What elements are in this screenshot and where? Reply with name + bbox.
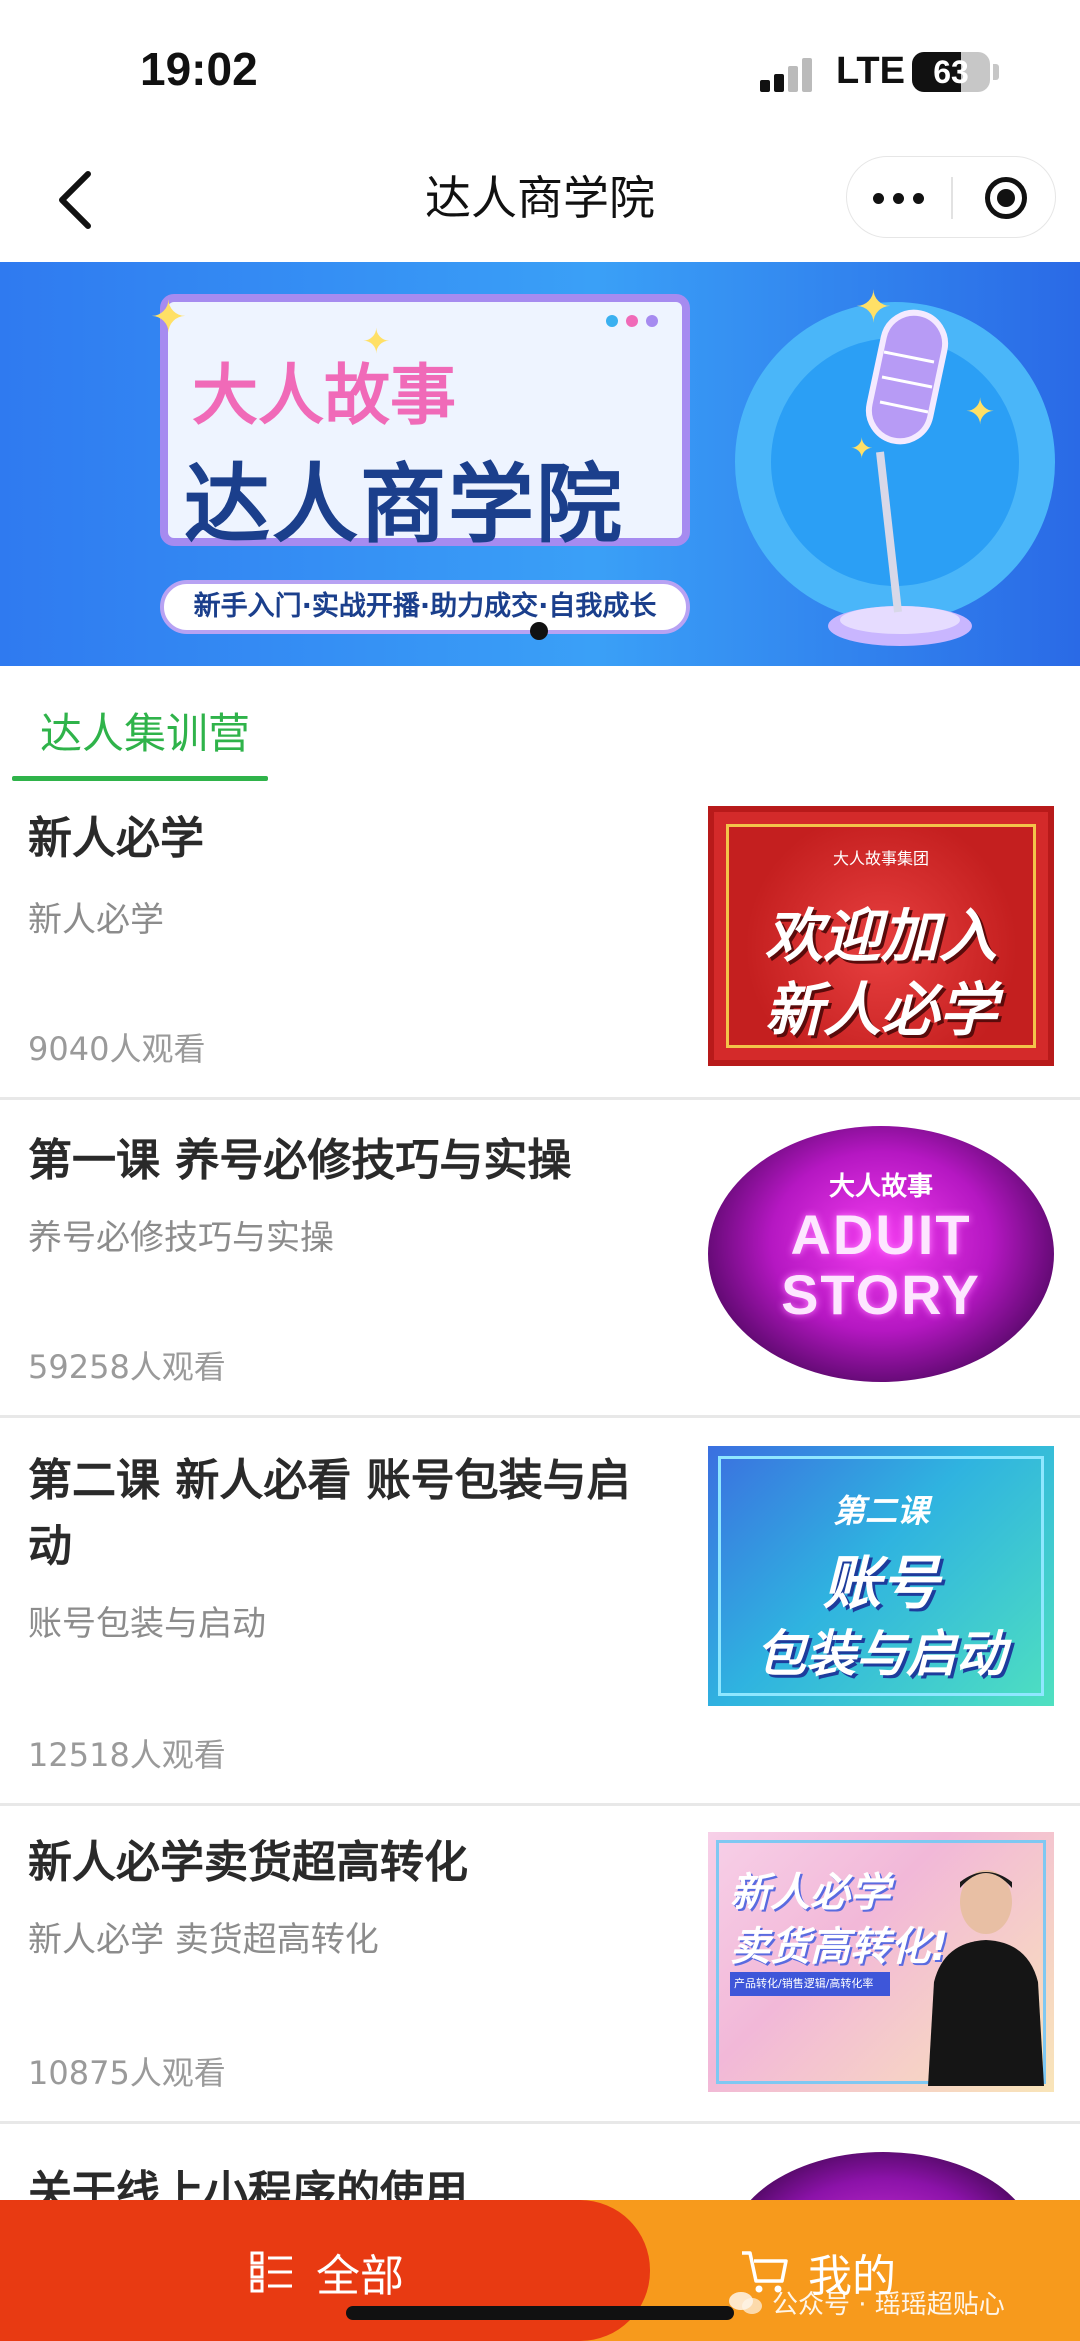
course-thumbnail: 大人故事 ADUIT STORY [708, 1124, 1054, 1384]
thumb-line2: 账号 [822, 1549, 939, 1617]
thumb-line2: 卖货高转化! [730, 1924, 949, 1970]
status-bar: 19:02 LTE 63 [0, 0, 1080, 140]
course-title: 第二课 新人必看 账号包装与启动 [28, 1455, 631, 1572]
tab-all-button[interactable]: 全部 [250, 2242, 404, 2302]
category-tabs: 达人集训营 [0, 666, 1080, 782]
thumb-line2: STORY [781, 1263, 981, 1326]
network-label: LTE [836, 50, 905, 92]
course-views: 10875人观看 [28, 2054, 226, 2092]
active-tab-indicator [12, 776, 268, 781]
thumb-line1: 第二课 [832, 1492, 929, 1530]
course-item[interactable]: 第二课 新人必看 账号包装与启动 账号包装与启动 12518人观看 第二课 账号… [0, 1418, 1080, 1806]
watermark: 公众号 · 瑶瑶超贴心 [728, 2284, 1005, 2321]
tab-all-label: 全部 [316, 2251, 404, 2302]
course-subtitle: 新人必学 卖货超高转化 [28, 1920, 379, 1960]
course-title: 新人必学 [28, 813, 204, 864]
nav-bar: 达人商学院 [0, 140, 1080, 260]
banner-card: 大人故事 达人商学院 [160, 294, 690, 555]
list-icon [250, 2251, 292, 2293]
course-subtitle: 账号包装与启动 [28, 1604, 266, 1644]
course-item[interactable]: 新人必学 新人必学 9040人观看 大人故事集团 欢迎加入 新人必学 [0, 782, 1080, 1100]
presenter-image [928, 1870, 1044, 2086]
course-thumbnail: 新人必学 卖货高转化! 产品转化/销售逻辑/高转化率 [708, 1832, 1054, 2092]
sparkle-icon: ✦ [150, 292, 187, 343]
thumb-bar: 产品转化/销售逻辑/高转化率 [730, 1972, 890, 1996]
thumb-line1: 欢迎加入 [764, 902, 997, 970]
watermark-text: 公众号 · 瑶瑶超贴心 [772, 2290, 1005, 2320]
course-views: 59258人观看 [28, 1348, 226, 1386]
course-thumbnail: 大人故事集团 欢迎加入 新人必学 [708, 806, 1054, 1066]
thumb-line1: ADUIT [790, 1203, 972, 1266]
thumb-small: 大人故事 [828, 1172, 933, 1202]
thumb-line2: 新人必学 [764, 976, 997, 1044]
signal-icon [760, 56, 816, 92]
course-item[interactable]: 第一课 养号必修技巧与实操 养号必修技巧与实操 59258人观看 大人故事 AD… [0, 1100, 1080, 1418]
battery-icon: 63 [912, 52, 990, 92]
course-item[interactable]: 新人必学卖货超高转化 新人必学 卖货超高转化 10875人观看 新人必学 卖货高… [0, 1806, 1080, 2124]
thumb-line1: 新人必学 [730, 1870, 890, 1916]
mini-program-capsule [846, 156, 1056, 238]
course-subtitle: 新人必学 [28, 900, 164, 940]
thumb-brand: 大人故事集团 [832, 849, 929, 868]
course-title: 新人必学卖货超高转化 [28, 1837, 468, 1888]
banner-tagline: 新手入门·实战开播·助力成交·自我成长 [160, 580, 690, 634]
sparkle-icon: ✦ [362, 322, 391, 362]
carousel-indicator [530, 622, 548, 640]
battery-level: 63 [933, 54, 969, 90]
close-button[interactable] [981, 173, 1031, 223]
course-title: 第一课 养号必修技巧与实操 [28, 1135, 572, 1186]
thumb-line3: 包装与启动 [756, 1625, 1006, 1683]
more-button[interactable] [869, 177, 931, 219]
home-indicator [346, 2306, 734, 2320]
banner-line2: 达人商学院 [184, 455, 624, 555]
tab-training-camp[interactable]: 达人集训营 [40, 700, 250, 761]
banner-carousel[interactable]: 大人故事 达人商学院 ✦ ✦ ✦ ✦ ✦ 新手入门·实战开播·助力成交·自我成长 [0, 262, 1080, 666]
course-thumbnail: 第二课 账号 包装与启动 [708, 1446, 1054, 1706]
course-views: 12518人观看 [28, 1736, 226, 1774]
status-time: 19:02 [140, 43, 258, 95]
banner-line1: 大人故事 [192, 357, 456, 434]
app-screen: 19:02 LTE 63 达人商学院 大人故事 达人商学院 ✦ ✦ ✦ ✦ ✦ … [0, 0, 1080, 2341]
course-views: 9040人观看 [28, 1030, 206, 1068]
course-subtitle: 养号必修技巧与实操 [28, 1218, 334, 1258]
microphone-icon [828, 309, 972, 646]
